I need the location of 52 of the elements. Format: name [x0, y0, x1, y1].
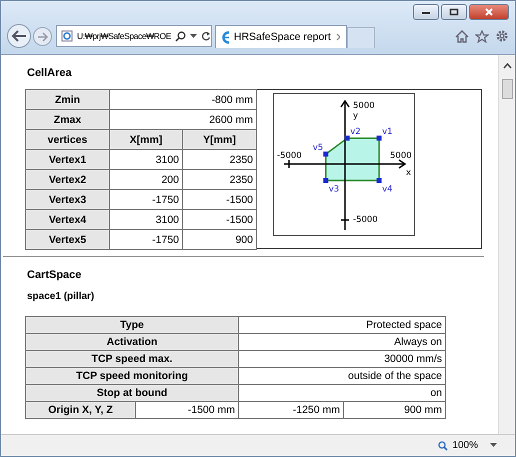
- row-header: Vertex5: [26, 230, 110, 250]
- table-cell: Always on: [238, 334, 446, 350]
- row-header: Vertex4: [26, 210, 110, 230]
- table-cell: 30000 mm/s: [238, 350, 446, 368]
- vertex-label: v3: [328, 184, 340, 194]
- row-header: Zmin: [26, 90, 110, 110]
- table-cell: 200: [110, 170, 182, 190]
- table-cell: 2350: [182, 150, 256, 170]
- axis-label: -5000: [277, 151, 302, 161]
- row-header: Activation: [26, 334, 238, 350]
- row-header: Vertex1: [26, 150, 110, 170]
- column-header: Y[mm]: [182, 130, 256, 150]
- row-header: TCP speed monitoring: [26, 368, 238, 384]
- section-heading: CellArea: [27, 67, 73, 79]
- vertex-label: v4: [382, 184, 393, 194]
- axis-label: y: [353, 111, 358, 121]
- table-cell: 900 mm: [344, 402, 446, 418]
- table-cell: 3100: [110, 150, 182, 170]
- row-header: Origin X, Y, Z: [26, 402, 136, 418]
- section-heading: CartSpace: [27, 269, 82, 281]
- row-header: Stop at bound: [26, 384, 238, 402]
- axis-label: 5000: [390, 151, 412, 161]
- row-header: Vertex2: [26, 170, 110, 190]
- row-header: Vertex3: [26, 190, 110, 210]
- table-cell: on: [238, 384, 446, 402]
- zoom-level[interactable]: 100%: [452, 440, 478, 451]
- table-cell: -1500: [182, 190, 256, 210]
- vertex-label: v5: [312, 143, 324, 154]
- row-header: Type: [26, 316, 238, 334]
- table-cell: -1750: [110, 230, 182, 250]
- column-header: vertices: [26, 130, 110, 150]
- table-cell: 3100: [110, 210, 182, 230]
- vertex-label: v1: [382, 127, 393, 138]
- subsection-heading: space1 (pillar): [27, 291, 96, 302]
- table-cell: 2350: [182, 170, 256, 190]
- table-cell: 900: [182, 230, 256, 250]
- table-cell: -1250 mm: [238, 402, 344, 418]
- axis-label: 5000: [353, 101, 375, 111]
- column-header: X[mm]: [110, 130, 182, 150]
- table-cell: -800 mm: [110, 90, 256, 110]
- row-header: Zmax: [26, 110, 110, 130]
- table-cell: -1750: [110, 190, 182, 210]
- table-cell: outside of the space: [238, 368, 446, 384]
- table-cell: -1500: [182, 210, 256, 230]
- row-header: TCP speed max.: [26, 350, 238, 368]
- table-cell: -1500 mm: [136, 402, 238, 418]
- browser-tab[interactable]: HRSafeSpace report: [215, 25, 347, 48]
- table-cell: Protected space: [238, 316, 446, 334]
- axis-label: x: [406, 168, 412, 178]
- vertex-label: v2: [350, 127, 361, 138]
- address-field[interactable]: U:₩prj₩SafeSpace₩ROE: [56, 25, 212, 47]
- axis-label: -5000: [353, 215, 378, 225]
